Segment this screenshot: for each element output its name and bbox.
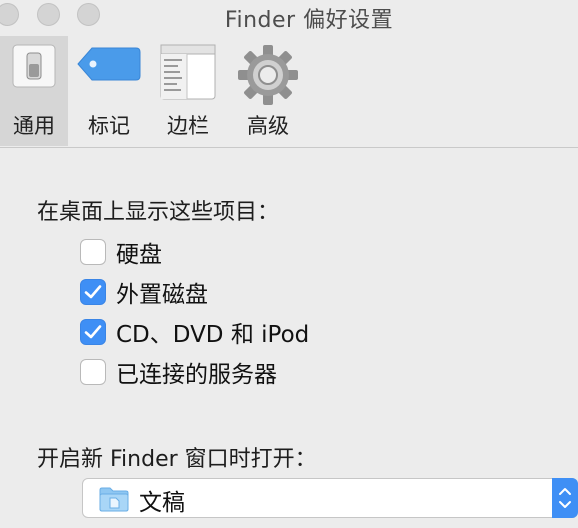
tag-icon <box>76 44 142 88</box>
popup-chevrons-icon[interactable] <box>552 478 578 518</box>
new-window-location-value: 文稿 <box>139 490 185 516</box>
sidebar-icon <box>160 44 216 104</box>
gear-icon <box>237 44 299 110</box>
hard-disks-option[interactable]: 硬盘 <box>80 237 162 268</box>
external-disks-checkbox[interactable] <box>80 279 106 305</box>
connected-servers-checkbox[interactable] <box>80 359 106 385</box>
new-window-heading: 开启新 Finder 窗口时打开： <box>37 447 317 472</box>
external-disks-option[interactable]: 外置磁盘 <box>80 277 208 308</box>
new-window-location-popup[interactable]: 文稿 <box>82 478 578 518</box>
title-bar: Finder 偏好设置 <box>0 0 578 33</box>
tab-advanced[interactable]: 高级 <box>230 36 306 146</box>
cd-dvd-ipod-option[interactable]: CD、DVD 和 iPod <box>80 317 310 348</box>
connected-servers-label: 已连接的服务器 <box>116 362 277 388</box>
tab-tags[interactable]: 标记 <box>72 36 146 146</box>
general-pane: 在桌面上显示这些项目： 硬盘 外置磁盘 CD、DVD 和 iPod 已连接的服务… <box>0 148 578 528</box>
checkmark-icon <box>84 285 102 299</box>
tab-sidebar-label: 边栏 <box>167 114 209 138</box>
external-disks-label: 外置磁盘 <box>116 282 208 308</box>
hard-disks-label: 硬盘 <box>116 242 162 268</box>
general-switch-icon <box>12 44 56 92</box>
cd-dvd-ipod-checkbox[interactable] <box>80 319 106 345</box>
checkmark-icon <box>84 325 102 339</box>
connected-servers-option[interactable]: 已连接的服务器 <box>80 357 277 388</box>
hard-disks-checkbox[interactable] <box>80 239 106 265</box>
tab-general-label: 通用 <box>13 114 55 138</box>
cd-dvd-ipod-label: CD、DVD 和 iPod <box>116 322 310 348</box>
preferences-toolbar: 通用 标记 边栏 高级 <box>0 30 578 148</box>
tab-advanced-label: 高级 <box>247 114 289 138</box>
folder-icon <box>99 486 129 516</box>
tab-tags-label: 标记 <box>88 114 130 138</box>
tab-sidebar[interactable]: 边栏 <box>152 36 224 146</box>
desktop-items-heading: 在桌面上显示这些项目： <box>37 200 280 225</box>
tab-general[interactable]: 通用 <box>0 36 68 146</box>
